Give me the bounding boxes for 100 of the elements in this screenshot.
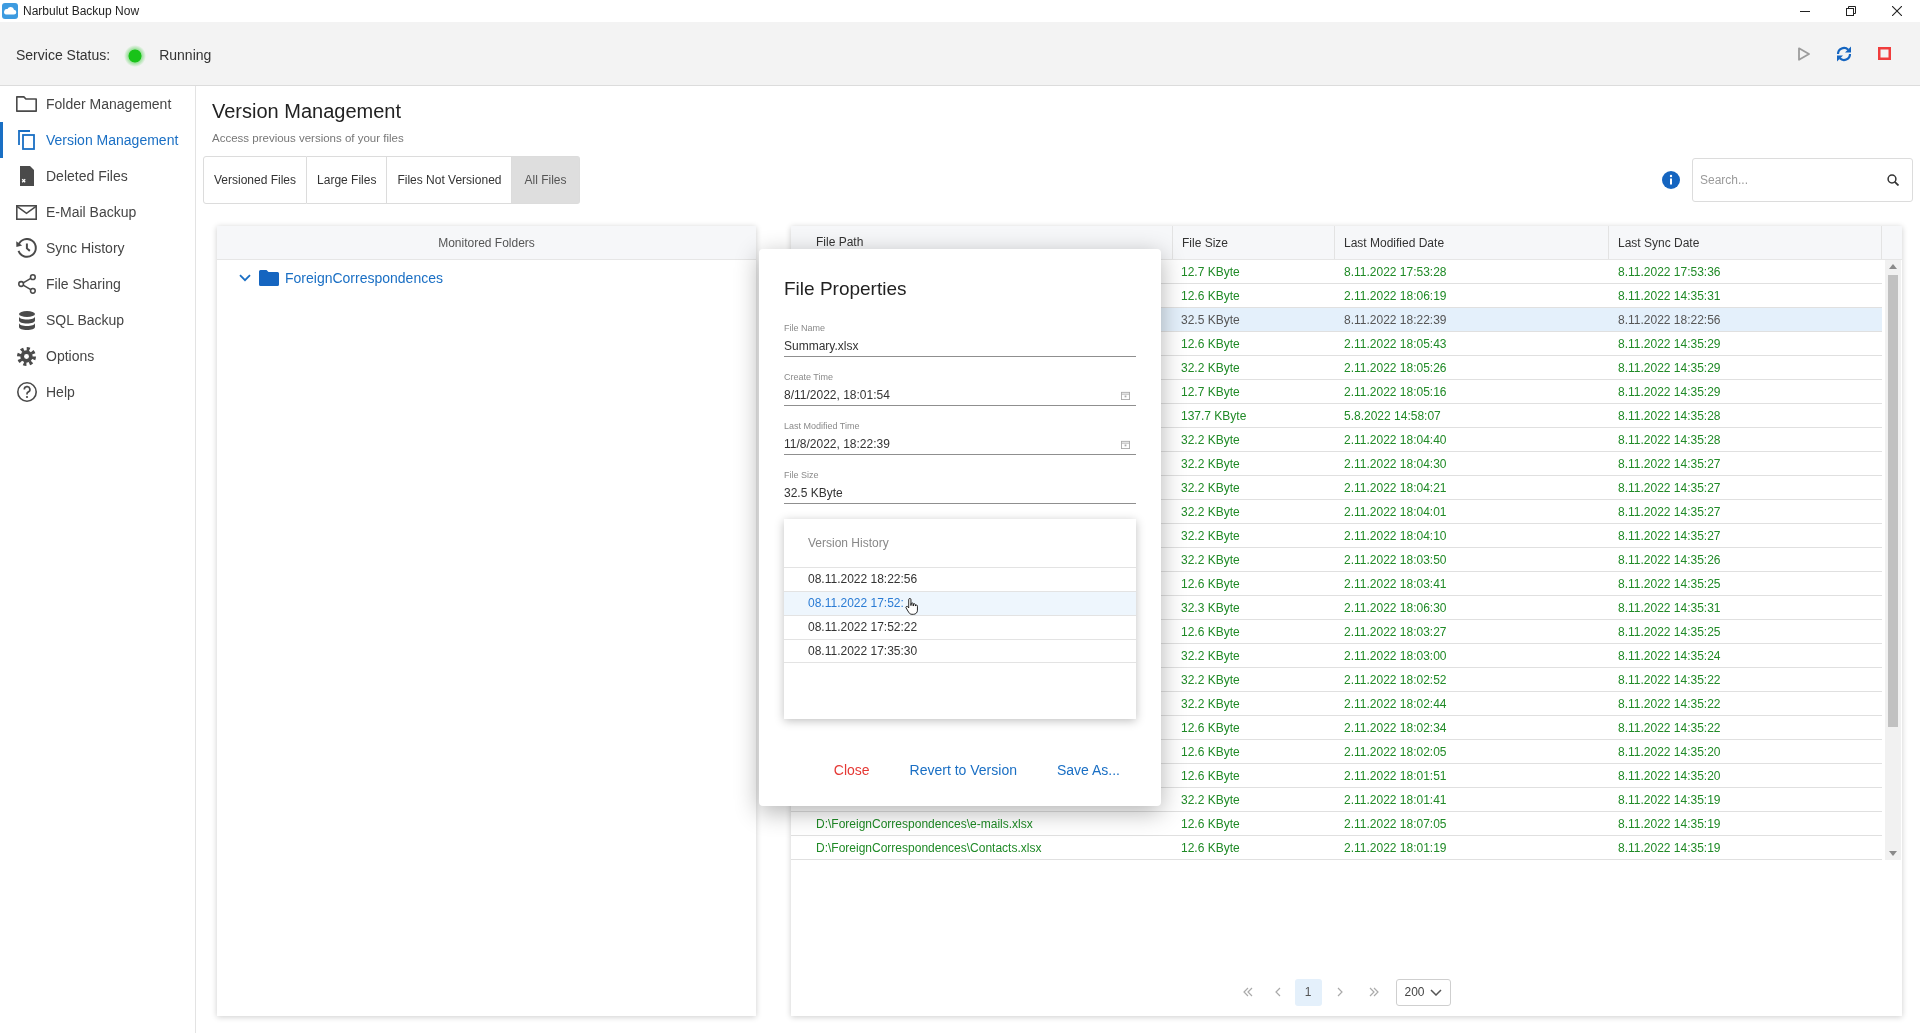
gear-icon <box>17 346 36 366</box>
text-field[interactable]: 32.5 KByte <box>784 481 1136 504</box>
table-cell-text: 32.5 KByte <box>1180 311 1241 329</box>
table-cell-text: 8.11.2022 14:35:25 <box>1617 575 1722 593</box>
sidebar-item[interactable]: Version Management <box>0 122 195 158</box>
list-item[interactable]: 08.11.2022 17:35:30 <box>784 639 1136 663</box>
table-cell-text: 2.11.2022 18:06:30 <box>1343 599 1448 617</box>
sidebar-item[interactable]: Help <box>0 374 195 410</box>
scrollbar[interactable] <box>1885 260 1901 860</box>
sidebar-item[interactable]: File Sharing <box>0 266 195 302</box>
table-cell-text: 2.11.2022 18:03:00 <box>1343 647 1448 665</box>
table-cell-text: 8.11.2022 14:35:27 <box>1617 455 1722 473</box>
table-cell-text: 32.2 KByte <box>1180 455 1241 473</box>
table-cell-text: 8.11.2022 14:35:27 <box>1617 479 1722 497</box>
table-row[interactable]: D:\ForeignCorrespondences\Contacts.xlsx 12.6 KByte 2.11.2022 18:01:19 8.11.2022 14:35:19 <box>791 836 1882 860</box>
list-item[interactable]: 08.11.2022 17:52:22 <box>784 615 1136 639</box>
column-header[interactable]: File Path <box>791 226 1172 249</box>
card-title: Version History <box>808 535 889 551</box>
refresh-icon[interactable] <box>1835 44 1853 63</box>
table-cell-text: 2.11.2022 18:03:41 <box>1343 575 1448 593</box>
table-cell-text: 32.2 KByte <box>1180 359 1241 377</box>
sidebar-item[interactable]: Folder Management <box>0 86 195 122</box>
search-icon[interactable] <box>1887 174 1899 186</box>
previous-page-icon[interactable] <box>1274 987 1281 997</box>
table-cell-text: 12.6 KByte <box>1180 743 1241 761</box>
page-button[interactable]: 1 <box>1294 978 1322 1006</box>
table-cell-text: 32.2 KByte <box>1180 695 1241 713</box>
table-cell-text: D:\ForeignCorrespondences\e-mails.xlsx <box>815 815 1034 833</box>
date-field[interactable]: 11/8/2022, 18:22:39 <box>784 432 1136 455</box>
scroll-down-icon[interactable] <box>1889 851 1897 856</box>
table-cell-text: 8.11.2022 14:35:28 <box>1617 431 1722 449</box>
table-cell-text: 8.11.2022 14:35:20 <box>1617 743 1722 761</box>
search-field[interactable]: Search... <box>1692 158 1913 202</box>
column-header[interactable]: Last Modified Date <box>1335 226 1609 259</box>
table-cell-text: 8.11.2022 14:35:28 <box>1617 407 1722 425</box>
next-page-icon[interactable] <box>1336 987 1343 997</box>
table-cell-text: 2.11.2022 18:07:05 <box>1343 815 1448 833</box>
sidebar-item[interactable]: SQL Backup <box>0 302 195 338</box>
table-cell-text: 12.7 KByte <box>1180 263 1241 281</box>
table-cell-text: 2.11.2022 18:04:01 <box>1343 503 1448 521</box>
table-row[interactable]: D:\ForeignCorrespondences\e-mails.xlsx 12.6 KByte 2.11.2022 18:07:05 8.11.2022 14:35:19 <box>791 812 1882 836</box>
table-cell-text: 2.11.2022 18:02:34 <box>1343 719 1448 737</box>
chevron-down-icon[interactable] <box>239 274 251 282</box>
tree-item-label[interactable]: ForeignCorrespondences <box>285 267 443 289</box>
table-cell-text: 32.2 KByte <box>1180 551 1241 569</box>
sidebar-item[interactable]: E-Mail Backup <box>0 194 195 230</box>
info-icon[interactable] <box>1662 171 1680 189</box>
tab[interactable]: Files Not Versioned <box>387 156 513 204</box>
calendar-icon[interactable] <box>1121 439 1130 449</box>
table-cell-text: 12.7 KByte <box>1180 383 1241 401</box>
table-cell-text: 12.6 KByte <box>1180 287 1241 305</box>
sidebar-item[interactable]: Sync History <box>0 230 195 266</box>
table-cell-text: 2.11.2022 18:03:27 <box>1343 623 1448 641</box>
sidebar-item[interactable]: Options <box>0 338 195 374</box>
first-page-icon[interactable] <box>1242 987 1253 997</box>
table-cell-text: 8.11.2022 14:35:26 <box>1617 551 1722 569</box>
text-field[interactable]: Summary.xlsx <box>784 334 1136 357</box>
table-cell-text: 32.2 KByte <box>1180 479 1241 497</box>
sidebar-item[interactable]: Deleted Files <box>0 158 195 194</box>
close-icon[interactable] <box>1892 6 1902 16</box>
table-cell-text: 32.2 KByte <box>1180 503 1241 521</box>
tab[interactable]: All Files <box>512 156 580 204</box>
scroll-up-icon[interactable] <box>1889 264 1897 269</box>
table-cell-text: 2.11.2022 18:01:19 <box>1343 839 1448 857</box>
restore-icon[interactable] <box>1846 6 1856 16</box>
table-cell-text: 2.11.2022 18:05:43 <box>1343 335 1448 353</box>
table-cell-text: 8.11.2022 14:35:24 <box>1617 647 1722 665</box>
hand-cursor-icon <box>904 598 918 615</box>
minimize-icon[interactable] <box>1800 10 1810 12</box>
table-cell-text: 2.11.2022 18:06:19 <box>1343 287 1448 305</box>
table-cell-text: 2.11.2022 18:04:30 <box>1343 455 1448 473</box>
table-cell-text: 12.6 KByte <box>1180 839 1241 857</box>
list-item[interactable]: 08.11.2022 17:52: <box>784 591 1136 615</box>
column-header[interactable]: Last Sync Date <box>1609 226 1882 259</box>
table-cell-text: 8.11.2022 14:35:31 <box>1617 287 1722 305</box>
tab[interactable]: Large Files <box>307 156 388 204</box>
table-cell-text: 8.11.2022 14:35:29 <box>1617 335 1722 353</box>
table-cell-text: 8.11.2022 14:35:29 <box>1617 359 1722 377</box>
table-cell-text: 32.2 KByte <box>1180 791 1241 809</box>
page-size-select[interactable]: 200 <box>1395 978 1451 1006</box>
last-page-icon[interactable] <box>1368 987 1379 997</box>
calendar-icon[interactable] <box>1121 390 1130 400</box>
table-cell-text: 32.2 KByte <box>1180 527 1241 545</box>
table-cell-text: 12.6 KByte <box>1180 719 1241 737</box>
table-cell-text: 137.7 KByte <box>1180 407 1248 425</box>
table-cell-text: 8.11.2022 14:35:31 <box>1617 599 1722 617</box>
table-cell-text: 12.6 KByte <box>1180 335 1241 353</box>
copy-icon <box>18 130 35 150</box>
column-header[interactable]: File Size <box>1172 226 1335 259</box>
folder-icon <box>259 270 279 286</box>
table-cell-text: 2.11.2022 18:02:52 <box>1343 671 1448 689</box>
window-title: Narbulut Backup Now <box>23 3 140 20</box>
status-text: Running <box>159 46 212 65</box>
tab[interactable]: Versioned Files <box>203 156 308 204</box>
status-label: Service Status: <box>16 46 111 65</box>
scrollbar-thumb[interactable] <box>1888 275 1898 727</box>
table-cell-text: 32.2 KByte <box>1180 431 1241 449</box>
stop-icon[interactable] <box>1877 47 1891 60</box>
date-field[interactable]: 8/11/2022, 18:01:54 <box>784 383 1136 406</box>
table-cell-text: 8.11.2022 14:35:22 <box>1617 671 1722 689</box>
